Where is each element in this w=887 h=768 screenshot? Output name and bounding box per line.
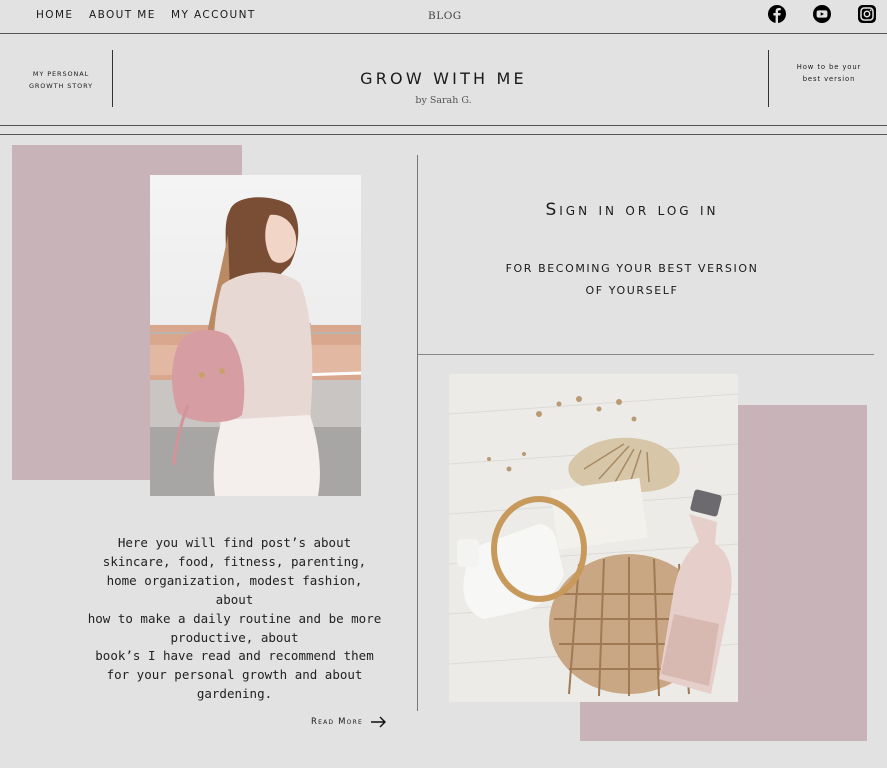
- top-nav: HOME ABOUT ME MY ACCOUNT BLOG: [0, 0, 887, 33]
- nav-home-link[interactable]: HOME: [36, 9, 73, 21]
- nav-divider: [0, 33, 887, 34]
- read-more-label: Read More: [311, 717, 363, 727]
- intro-text: Here you will find post’s about skincare…: [87, 535, 382, 702]
- personal-story-link[interactable]: MY PERSONAL GROWTH STORY: [22, 68, 100, 92]
- arrow-right-icon: [370, 716, 386, 728]
- signin-divider: [418, 354, 874, 355]
- header-rule-bottom: [0, 134, 887, 135]
- woman-backpack-photo: [150, 175, 361, 496]
- nav-account-link[interactable]: MY ACCOUNT: [171, 9, 256, 21]
- site-byline: by Sarah G.: [415, 95, 472, 106]
- read-more-link[interactable]: Read More: [311, 716, 387, 728]
- youtube-icon[interactable]: [813, 5, 831, 23]
- blog-label: BLOG: [428, 10, 462, 22]
- site-title: GROW WITH ME: [360, 69, 527, 88]
- header-divider-right: [768, 50, 769, 107]
- signin-subtitle: FOR BECOMING YOUR BEST VERSION OF YOURSE…: [418, 258, 846, 302]
- nav-about-link[interactable]: ABOUT ME: [89, 9, 156, 21]
- facebook-icon[interactable]: [768, 5, 786, 23]
- header-divider-left: [112, 50, 113, 107]
- signin-heading[interactable]: Sign in or log in: [418, 200, 846, 220]
- flatlay-basket-photo: [449, 374, 738, 702]
- best-version-link[interactable]: How to be your best version: [796, 61, 862, 85]
- header-rule-top: [0, 125, 887, 126]
- signin-subtitle-line1: FOR BECOMING YOUR BEST VERSION: [505, 262, 759, 275]
- column-divider: [417, 155, 418, 711]
- signin-subtitle-line2: OF YOURSELF: [585, 284, 679, 297]
- instagram-icon[interactable]: [858, 5, 876, 23]
